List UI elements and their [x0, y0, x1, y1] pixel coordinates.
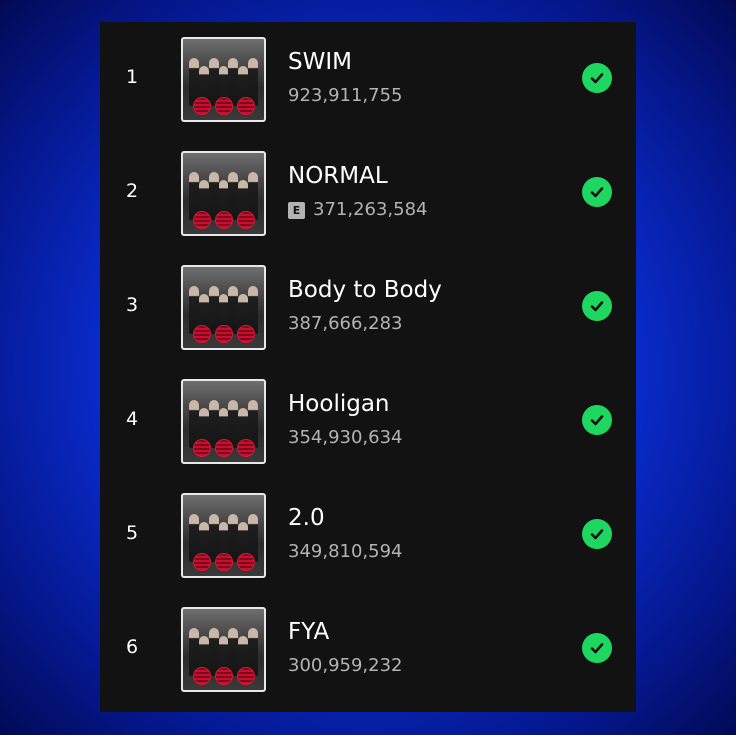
album-cover: [181, 151, 266, 236]
check-circle-icon[interactable]: [582, 291, 612, 321]
track-play-count-row: 300,959,232: [288, 655, 403, 677]
album-cover: [181, 379, 266, 464]
album-cover: [181, 493, 266, 578]
album-cover: [181, 37, 266, 122]
play-count: 300,959,232: [288, 655, 403, 676]
album-cover: [181, 607, 266, 692]
track-play-count-row: 349,810,594: [288, 541, 403, 563]
play-count: 923,911,755: [288, 85, 403, 106]
album-cover: [181, 265, 266, 350]
track-number: 4: [125, 408, 139, 430]
play-count: 349,810,594: [288, 541, 403, 562]
track-title[interactable]: SWIM: [288, 48, 352, 76]
track-title[interactable]: FYA: [288, 618, 329, 646]
explicit-badge: E: [288, 201, 305, 219]
track-row[interactable]: 4 Hooligan 354,930,634: [100, 364, 636, 464]
check-circle-icon[interactable]: [582, 405, 612, 435]
track-number: 1: [125, 66, 139, 88]
track-play-count-row: 387,666,283: [288, 313, 403, 335]
track-list-panel: 1 SWIM 923,911,755 2 NORMAL E 371,263,58…: [100, 22, 636, 712]
play-count: 387,666,283: [288, 313, 403, 334]
track-number: 2: [125, 180, 139, 202]
track-play-count-row: 354,930,634: [288, 427, 403, 449]
play-count: 354,930,634: [288, 427, 403, 448]
track-row[interactable]: 2 NORMAL E 371,263,584: [100, 136, 636, 236]
check-circle-icon[interactable]: [582, 519, 612, 549]
track-row[interactable]: 5 2.0 349,810,594: [100, 478, 636, 578]
track-title[interactable]: Body to Body: [288, 276, 442, 304]
track-play-count-row: E 371,263,584: [288, 199, 428, 221]
track-row[interactable]: 6 FYA 300,959,232: [100, 592, 636, 692]
track-title[interactable]: 2.0: [288, 504, 325, 532]
track-play-count-row: 923,911,755: [288, 85, 403, 107]
track-number: 6: [125, 636, 139, 658]
track-number: 5: [125, 522, 139, 544]
check-circle-icon[interactable]: [582, 63, 612, 93]
track-title[interactable]: Hooligan: [288, 390, 390, 418]
track-row[interactable]: 1 SWIM 923,911,755: [100, 22, 636, 122]
track-row[interactable]: 3 Body to Body 387,666,283: [100, 250, 636, 350]
check-circle-icon[interactable]: [582, 177, 612, 207]
track-title[interactable]: NORMAL: [288, 162, 388, 190]
play-count: 371,263,584: [313, 199, 428, 220]
track-number: 3: [125, 294, 139, 316]
check-circle-icon[interactable]: [582, 633, 612, 663]
